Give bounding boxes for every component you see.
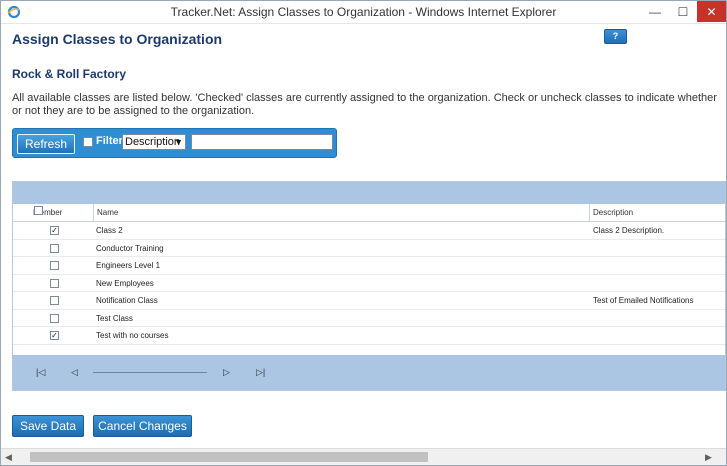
class-name: Conductor Training — [96, 243, 164, 253]
column-headers: Member Name Description — [13, 204, 725, 222]
filter-field-value: Description — [125, 136, 181, 148]
refresh-button[interactable]: Refresh — [17, 134, 75, 154]
table-row[interactable]: Conductor Training — [13, 240, 725, 257]
organization-name: Rock & Roll Factory — [12, 67, 127, 81]
member-checkbox[interactable] — [50, 278, 59, 288]
next-page-icon[interactable]: ▷ — [223, 367, 230, 378]
grid-pager: |◁ ◁ ▷ ▷| — [13, 355, 725, 390]
last-page-icon[interactable]: ▷| — [256, 367, 265, 378]
member-checkbox[interactable] — [50, 296, 59, 305]
scroll-right-icon[interactable]: ▶ — [705, 452, 712, 463]
select-all-checkbox[interactable] — [34, 206, 43, 215]
class-name: Test with no courses — [96, 331, 169, 340]
filter-checkbox[interactable] — [83, 137, 93, 147]
class-description: Test of Emailed Notifications — [593, 296, 694, 305]
minimize-button[interactable]: — — [641, 1, 669, 22]
scroll-left-icon[interactable]: ◀ — [5, 452, 12, 463]
filter-text-input[interactable] — [191, 134, 333, 150]
title-bar: Tracker.Net: Assign Classes to Organizat… — [1, 1, 726, 24]
member-checkbox[interactable] — [50, 243, 59, 253]
cancel-changes-button[interactable]: Cancel Changes — [93, 415, 192, 437]
chevron-down-icon: ▼ — [174, 137, 183, 147]
help-button[interactable]: ? — [604, 29, 627, 44]
class-name: Engineers Level 1 — [96, 261, 161, 270]
class-name: Test Class — [96, 313, 133, 323]
member-checkbox[interactable]: ✓ — [50, 226, 59, 235]
window-title: Tracker.Net: Assign Classes to Organizat… — [170, 5, 557, 19]
instructions-text: All available classes are listed below. … — [12, 92, 717, 117]
page-content: Assign Classes to Organization ? Rock & … — [1, 24, 726, 448]
class-name: New Employees — [96, 278, 154, 288]
grid-rows: ✓ Class 2 Class 2 Description. Conductor Tr… — [13, 222, 725, 345]
class-description: Class 2 Description. — [593, 226, 665, 235]
horizontal-scrollbar[interactable]: ◀ ▶ — [1, 448, 726, 465]
maximize-button[interactable]: ☐ — [669, 1, 697, 22]
classes-grid: Member Name Description ✓ Class 2 Class 2 … — [12, 181, 726, 391]
member-checkbox[interactable] — [50, 261, 59, 270]
filter-field-select[interactable]: Description ▼ — [122, 134, 186, 150]
previous-page-icon[interactable]: ◁ — [71, 367, 78, 378]
scroll-thumb[interactable] — [30, 452, 428, 462]
close-button[interactable]: ✕ — [697, 1, 726, 22]
first-page-icon[interactable]: |◁ — [36, 367, 45, 378]
table-row[interactable]: Engineers Level 1 — [13, 257, 725, 275]
filter-toolbar: Refresh Filter Description ▼ — [12, 128, 337, 158]
table-row[interactable]: Notification Class Test of Emailed Notifi… — [13, 292, 725, 310]
table-row[interactable]: ✓ Class 2 Class 2 Description. — [13, 222, 725, 240]
member-checkbox[interactable]: ✓ — [50, 331, 59, 340]
filter-label: Filter — [96, 135, 123, 147]
class-name: Class 2 — [96, 226, 123, 235]
page-title: Assign Classes to Organization — [12, 31, 223, 47]
table-row[interactable]: New Employees — [13, 275, 725, 292]
member-checkbox[interactable] — [50, 313, 59, 323]
column-header-description[interactable]: Description — [590, 204, 725, 222]
column-header-member[interactable]: Member — [13, 204, 94, 222]
class-name: Notification Class — [96, 296, 158, 305]
table-row[interactable]: ✓ Test with no courses — [13, 327, 725, 345]
page-slider[interactable] — [93, 372, 207, 373]
browser-window: Tracker.Net: Assign Classes to Organizat… — [0, 0, 727, 466]
grid-group-bar — [13, 182, 725, 204]
table-row[interactable]: Test Class — [13, 310, 725, 327]
save-data-button[interactable]: Save Data — [12, 415, 84, 437]
column-header-name[interactable]: Name — [94, 204, 590, 222]
